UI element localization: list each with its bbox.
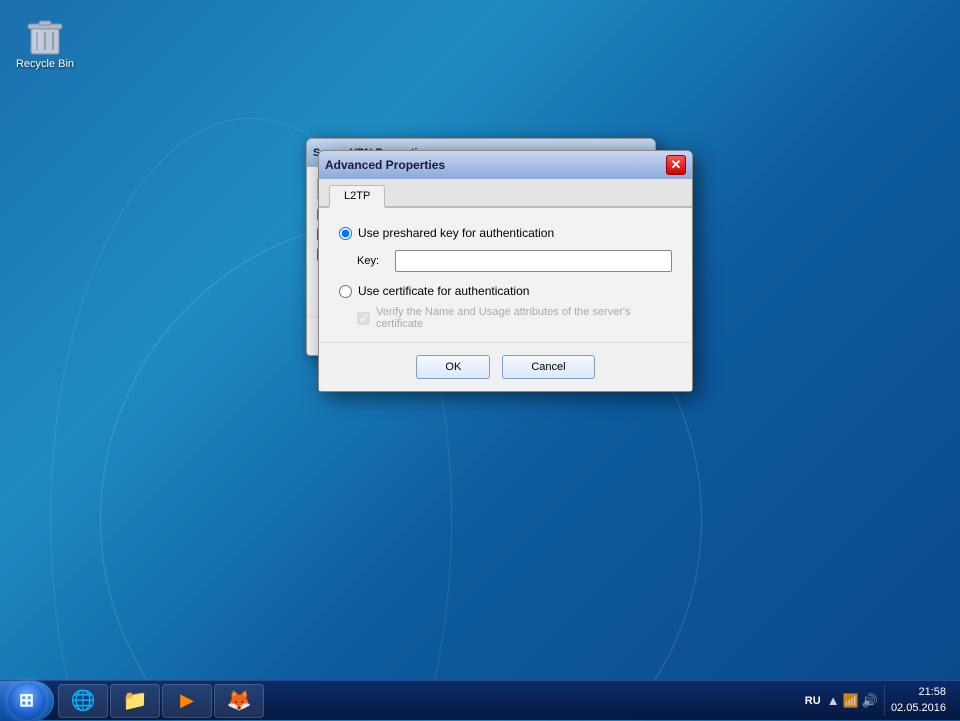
advanced-properties-dialog: Advanced Properties ✕ L2TP Use preshared… [318, 150, 693, 392]
tray-network-icon[interactable]: 📶 [843, 693, 859, 709]
l2tp-tab[interactable]: L2TP [329, 185, 385, 208]
certificate-label: Use certificate for authentication [358, 284, 529, 298]
tray-volume-icon[interactable]: 🔊 [862, 693, 878, 709]
certificate-radio-row: Use certificate for authentication [339, 284, 672, 298]
advanced-content: Use preshared key for authentication Key… [319, 208, 692, 342]
taskbar-right: RU ▲ 📶 🔊 21:58 02.05.2016 [797, 681, 960, 720]
advanced-close-button[interactable]: ✕ [666, 155, 686, 175]
advanced-title: Advanced Properties [325, 158, 666, 172]
recycle-bin-graphic [21, 10, 69, 58]
start-button[interactable]: ⊞ [0, 681, 54, 721]
recycle-bin-label: Recycle Bin [16, 58, 74, 71]
advanced-cancel-button[interactable]: Cancel [502, 355, 594, 379]
explorer-icon: 📁 [123, 688, 148, 713]
language-indicator[interactable]: RU [805, 695, 821, 707]
tray-chevron-icon[interactable]: ▲ [827, 693, 840, 708]
taskbar-ie-button[interactable]: 🌐 [58, 684, 108, 718]
advanced-tabs: L2TP [319, 179, 692, 208]
taskbar-explorer-button[interactable]: 📁 [110, 684, 160, 718]
windows-logo-icon: ⊞ [19, 690, 34, 711]
taskbar-media-button[interactable]: ▶ [162, 684, 212, 718]
preshared-radio-row: Use preshared key for authentication [339, 226, 672, 240]
verify-checkbox[interactable] [357, 312, 370, 325]
system-tray-icons: ▲ 📶 🔊 [827, 693, 878, 709]
advanced-ok-button[interactable]: OK [416, 355, 490, 379]
recycle-bin-icon[interactable]: Recycle Bin [10, 10, 80, 71]
key-label-text: Key: [357, 255, 387, 267]
advanced-buttons: OK Cancel [319, 342, 692, 391]
system-clock[interactable]: 21:58 02.05.2016 [884, 685, 952, 716]
verify-row: Verify the Name and Usage attributes of … [357, 306, 672, 330]
key-input[interactable] [395, 250, 672, 272]
clock-time: 21:58 [891, 685, 946, 700]
ie-icon: 🌐 [71, 688, 96, 713]
clock-date: 02.05.2016 [891, 701, 946, 716]
firefox-icon: 🦊 [227, 688, 252, 713]
preshared-radio[interactable] [339, 227, 352, 240]
taskbar-apps: 🌐 📁 ▶ 🦊 [54, 681, 268, 720]
start-orb: ⊞ [8, 682, 46, 720]
taskbar: ⊞ 🌐 📁 ▶ 🦊 RU ▲ 📶 🔊 21:58 02.05.2016 [0, 680, 960, 720]
key-row: Key: [357, 250, 672, 272]
media-icon: ▶ [180, 690, 194, 711]
verify-label: Verify the Name and Usage attributes of … [376, 306, 672, 330]
preshared-label: Use preshared key for authentication [358, 226, 554, 240]
certificate-radio[interactable] [339, 285, 352, 298]
advanced-titlebar: Advanced Properties ✕ [319, 151, 692, 179]
taskbar-firefox-button[interactable]: 🦊 [214, 684, 264, 718]
